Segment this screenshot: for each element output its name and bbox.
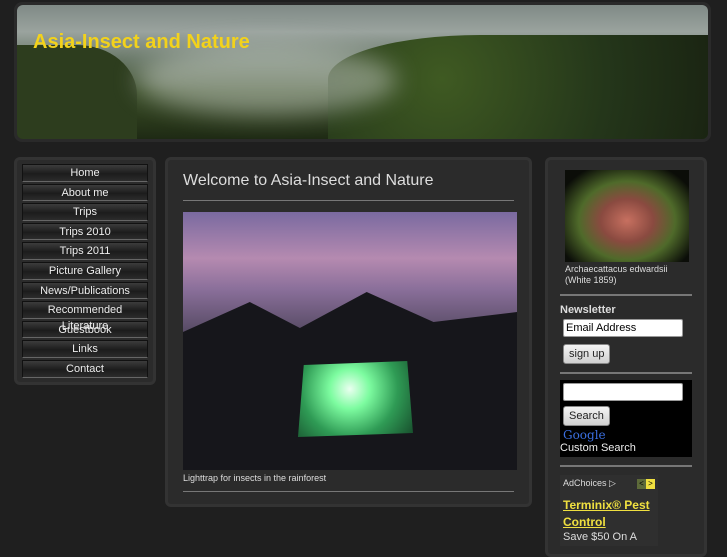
- photo-caption: Lighttrap for insects in the rainforest: [183, 473, 514, 492]
- divider: [560, 294, 692, 296]
- google-logo: Google: [563, 428, 692, 442]
- nav-news-publications[interactable]: News/Publications: [22, 281, 148, 300]
- ad-link[interactable]: Terminix® Pest Control: [563, 497, 655, 531]
- nav-about-me[interactable]: About me: [22, 183, 148, 202]
- page-title: Welcome to Asia-Insect and Nature: [183, 172, 514, 201]
- site-title[interactable]: Asia-Insect and Nature: [33, 31, 250, 54]
- adchoices-link[interactable]: AdChoices ▷: [563, 478, 616, 489]
- nav-trips[interactable]: Trips: [22, 203, 148, 221]
- moth-image: [565, 170, 689, 262]
- nav-guestbook[interactable]: Guestbook: [22, 320, 148, 339]
- nav-trips-2010[interactable]: Trips 2010: [22, 222, 148, 241]
- lighttrap-photo: [183, 212, 517, 470]
- moth-caption: Archaecattacus edwardsii (White 1859): [565, 264, 692, 286]
- ad-block: AdChoices ▷ < > Terminix® Pest Control Sa…: [560, 475, 658, 546]
- moth-caption-author: (White 1859): [565, 275, 617, 285]
- nav-recommended-literature[interactable]: Recommended Literature: [22, 301, 148, 332]
- nav-home[interactable]: Home: [22, 164, 148, 182]
- google-search: Search Google Custom Search: [560, 380, 692, 457]
- rainforest-banner: Asia-Insect and Nature: [17, 5, 708, 139]
- custom-search-label: Custom Search: [560, 442, 636, 454]
- moth-caption-name: Archaecattacus edwardsii: [565, 264, 668, 274]
- search-input[interactable]: [563, 383, 683, 401]
- nav-trips-2011[interactable]: Trips 2011: [22, 242, 148, 260]
- nav-picture-gallery[interactable]: Picture Gallery: [22, 261, 148, 280]
- nav-links[interactable]: Links: [22, 340, 148, 358]
- adchoices-icon: ▷: [609, 478, 616, 488]
- ad-text: Save $50 On A: [563, 531, 637, 543]
- nav-contact[interactable]: Contact: [22, 359, 148, 378]
- google-logo-text: Google: [563, 428, 606, 442]
- search-button[interactable]: Search: [563, 406, 610, 426]
- adchoices-label: AdChoices: [563, 478, 607, 488]
- signup-button[interactable]: sign up: [563, 344, 611, 364]
- sidebar: Archaecattacus edwardsii (White 1859) New…: [545, 157, 707, 557]
- site-header: Asia-Insect and Nature: [14, 2, 711, 142]
- email-field[interactable]: [563, 319, 683, 337]
- divider: [560, 465, 692, 467]
- main-content: Welcome to Asia-Insect and Nature Lightt…: [165, 157, 532, 507]
- main-nav: Home About me Trips Trips 2010 Trips 201…: [14, 157, 156, 385]
- divider: [560, 372, 692, 374]
- next-ad-icon[interactable]: >: [646, 479, 655, 489]
- newsletter-title: Newsletter: [560, 304, 616, 316]
- prev-ad-icon[interactable]: <: [637, 479, 646, 489]
